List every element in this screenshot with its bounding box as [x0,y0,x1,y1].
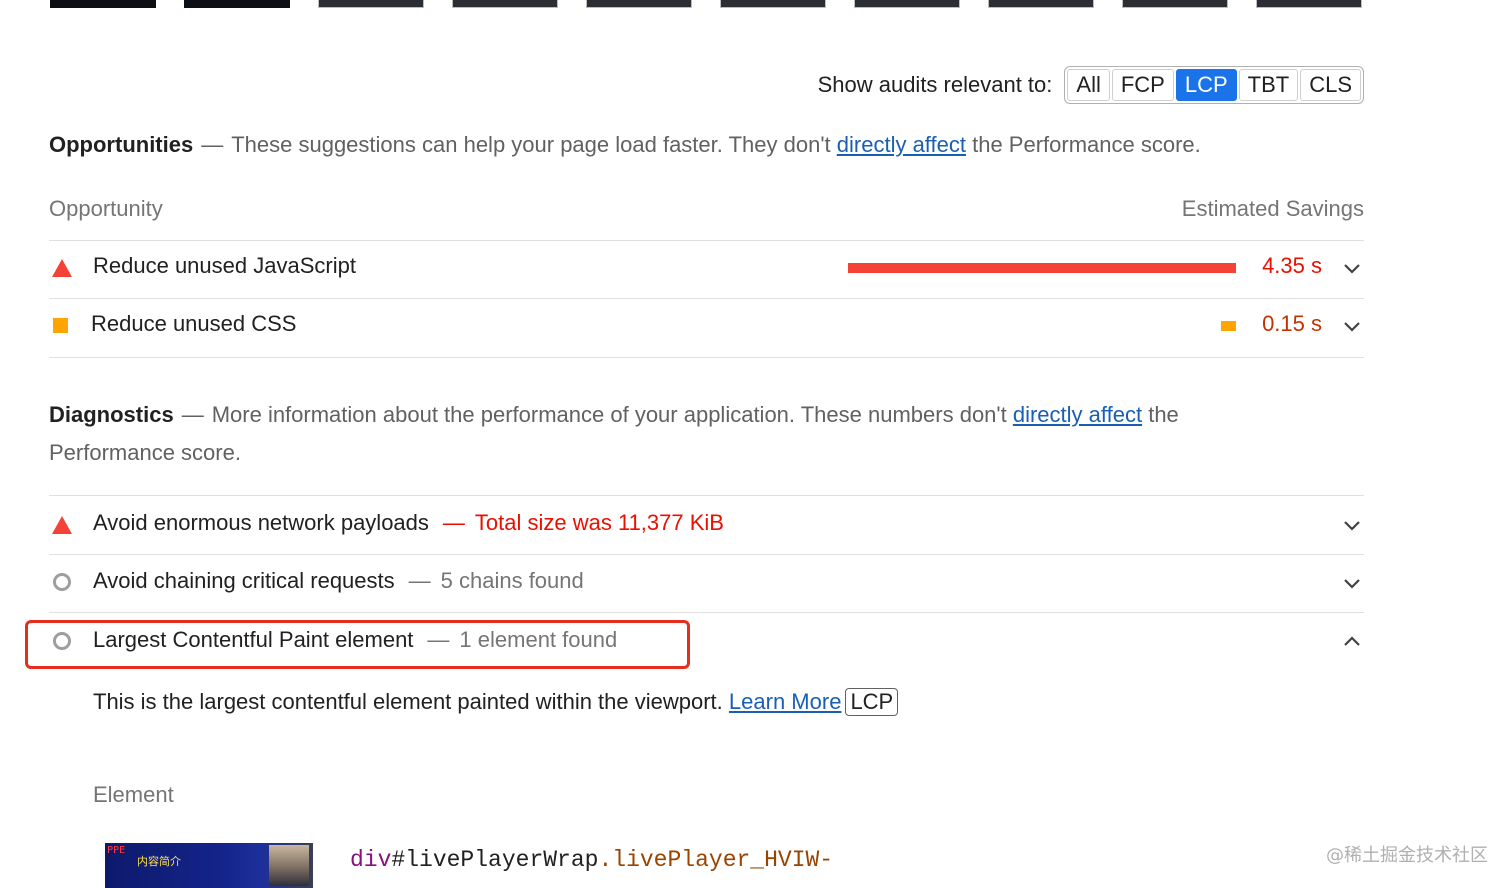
directly-affect-link[interactable]: directly affect [1013,402,1142,427]
opportunities-header: Opportunities — These suggestions can help… [49,126,1201,164]
audit-title-text: Avoid chaining critical requests [93,568,395,593]
filter-cls-button[interactable]: CLS [1300,69,1361,101]
opportunities-description-end: the Performance score. [972,132,1201,157]
divider [49,357,1364,358]
fail-triangle-icon [52,259,72,277]
info-circle-icon [53,573,71,591]
estimated-savings-column-label: Estimated Savings [1181,196,1364,221]
filter-label: Show audits relevant to: [817,72,1053,97]
diagnostics-header: Diagnostics — More information about the p… [49,396,1289,472]
divider [49,612,1364,613]
audit-title: Reduce unused CSS [91,311,297,336]
audit-display-value: — Total size was 11,377 KiB [442,510,724,535]
audit-row-unused-css[interactable]: Reduce unused CSS 0.15 s [49,298,1364,356]
diagnostics-title: Diagnostics [49,402,174,427]
thumbnail-person-image [269,845,309,886]
filter-tbt-button[interactable]: TBT [1238,69,1299,101]
filmstrip-frame [318,0,424,8]
audit-title: Avoid chaining critical requests —5 chain… [93,568,584,594]
selector-tag: div [350,847,392,873]
lcp-badge: LCP [845,688,899,716]
opportunities-title: Opportunities [49,132,194,157]
separator-dash: — [181,402,204,427]
separator-dash: — [201,132,224,157]
audit-title: Reduce unused JavaScript [93,253,356,278]
filter-fcp-button[interactable]: FCP [1111,69,1174,101]
divider [49,495,1364,496]
learn-more-link[interactable]: Learn More [729,689,842,714]
element-selector: div#livePlayerWrap.livePlayer_HVIW- [350,847,833,873]
directly-affect-link[interactable]: directly affect [837,132,966,157]
opportunities-description: These suggestions can help your page loa… [231,132,831,157]
savings-value: 0.15 s [1262,311,1322,336]
audit-display-value: —5 chains found [408,568,584,593]
filmstrip-frame [50,0,156,8]
chevron-down-icon[interactable] [1342,260,1362,276]
average-square-icon [53,318,68,333]
diagnostics-description-end: the [1148,402,1179,427]
thumbnail-text: PPE [107,845,126,856]
watermark: @稀土掘金技术社区 [1326,845,1488,866]
chevron-down-icon[interactable] [1342,575,1362,591]
selector-class: .livePlayer_HVIW- [598,847,834,873]
savings-bar [1221,321,1236,331]
filmstrip-frame [452,0,558,8]
audit-row-network-payloads[interactable]: Avoid enormous network payloads — Total si… [49,497,1364,555]
lcp-description: This is the largest contentful element p… [93,688,899,716]
opportunity-column-label: Opportunity [49,196,163,221]
savings-value: 4.35 s [1262,253,1322,278]
chevron-down-icon[interactable] [1342,517,1362,533]
opportunities-column-header: Opportunity Estimated Savings [49,196,1364,228]
filmstrip-frame [586,0,692,8]
highlight-annotation-box [25,620,690,669]
filmstrip [50,0,1370,10]
element-column-header: Element [93,782,174,807]
filmstrip-frame [1122,0,1228,8]
chevron-up-icon[interactable] [1342,634,1362,650]
filmstrip-frame [1256,0,1362,8]
chevron-down-icon[interactable] [1342,318,1362,334]
filmstrip-frame [720,0,826,8]
filter-button-group: All FCP LCP TBT CLS [1064,66,1364,104]
audit-display-value-text: Total size was 11,377 KiB [474,510,724,535]
audit-title-text: Avoid enormous network payloads [93,510,429,535]
audit-row-critical-requests[interactable]: Avoid chaining critical requests —5 chain… [49,555,1364,613]
savings-bar [848,263,1236,273]
fail-triangle-icon [52,516,72,534]
filmstrip-frame [184,0,290,8]
filter-lcp-button[interactable]: LCP [1175,69,1237,101]
element-screenshot-thumbnail: PPE 内容简介 [105,843,313,888]
diagnostics-description: More information about the performance o… [211,402,1007,427]
filmstrip-frame [854,0,960,8]
audit-display-value-text: 5 chains found [440,568,584,593]
filter-all-button[interactable]: All [1067,69,1110,101]
lcp-description-text: This is the largest contentful element p… [93,689,723,714]
thumbnail-text: 内容简介 [137,855,181,868]
audit-title: Avoid enormous network payloads — Total si… [93,510,724,536]
audit-filter: Show audits relevant to: All FCP LCP TBT… [818,66,1364,104]
diagnostics-description-line2: Performance score. [49,440,241,465]
selector-id: #livePlayerWrap [391,847,599,873]
audit-row-unused-javascript[interactable]: Reduce unused JavaScript 4.35 s [49,240,1364,298]
filmstrip-frame [988,0,1094,8]
